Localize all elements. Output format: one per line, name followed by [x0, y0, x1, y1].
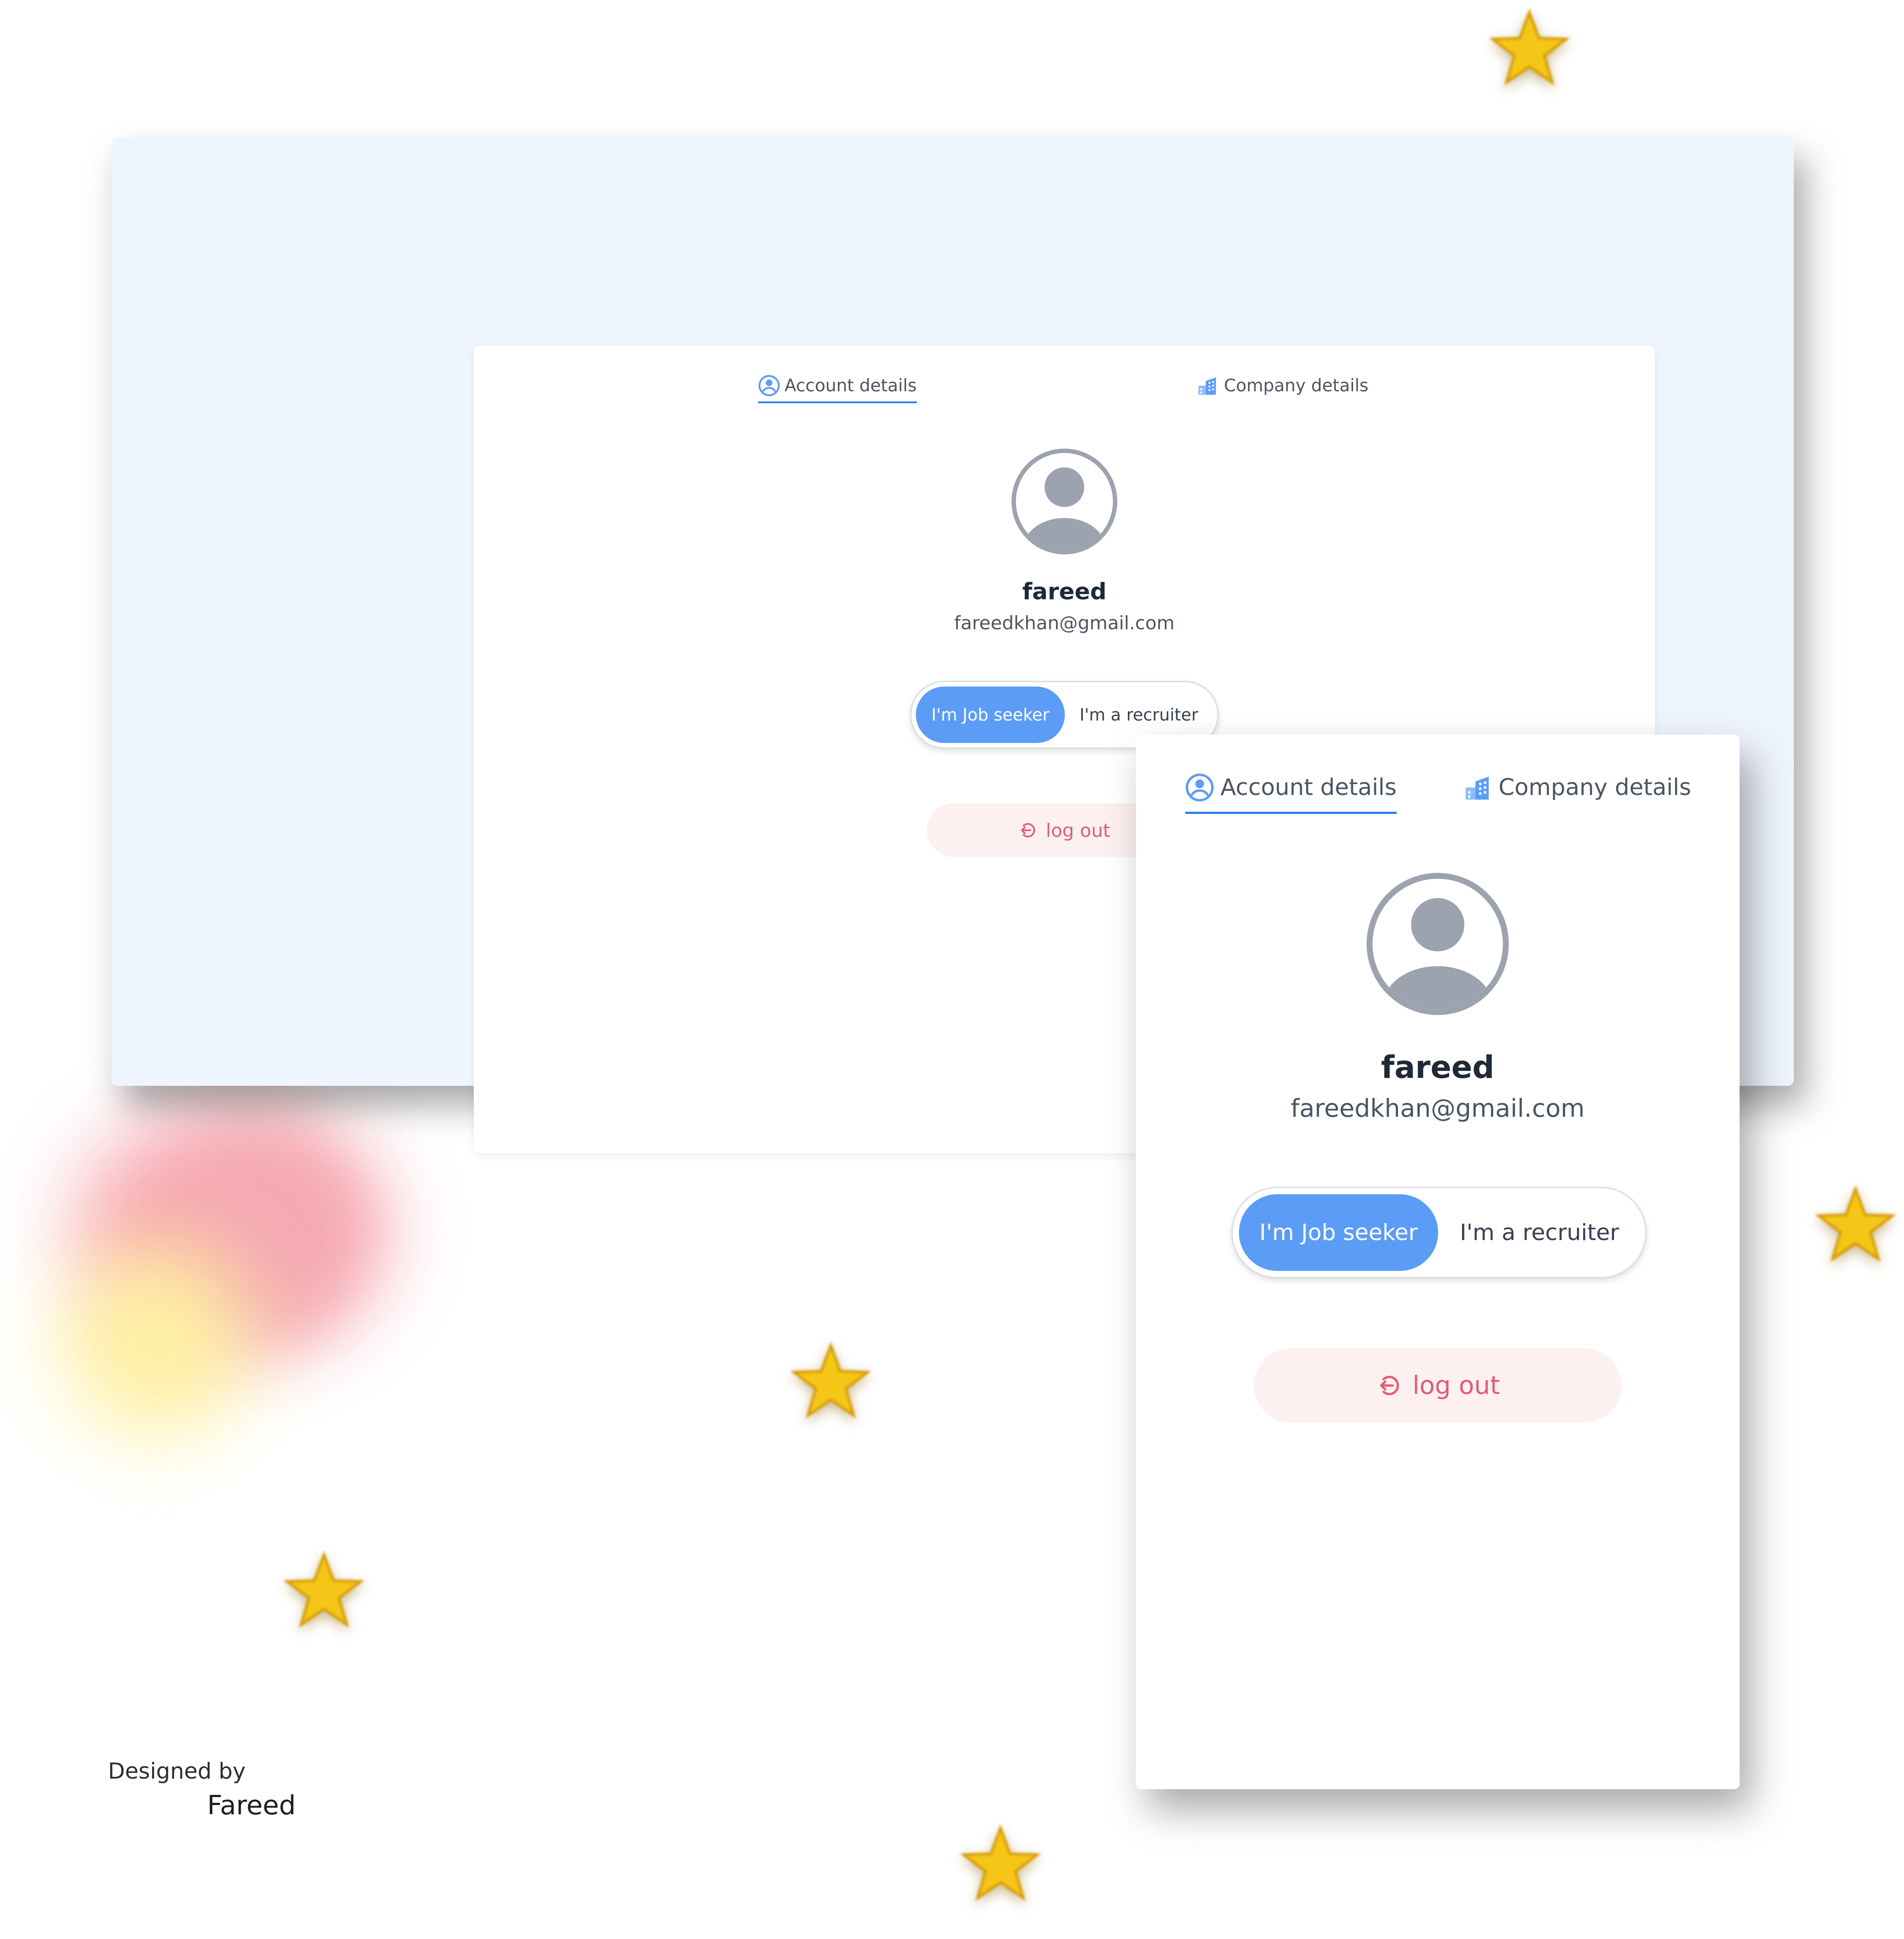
- avatar: [1366, 873, 1509, 1015]
- recruiter-option[interactable]: I'm a recruiter: [1438, 1194, 1641, 1271]
- tab-label: Company details: [1224, 375, 1368, 396]
- user-circle-icon: [1186, 773, 1214, 802]
- user-name: fareed: [1381, 1049, 1495, 1085]
- tab-account-details[interactable]: Account details: [758, 368, 917, 403]
- tab-label: Company details: [1499, 774, 1692, 801]
- star-icon: [1816, 1185, 1895, 1262]
- user-name: fareed: [1022, 579, 1107, 605]
- tab-account-details[interactable]: Account details: [1185, 765, 1397, 814]
- tab-label: Account details: [1220, 774, 1397, 801]
- user-circle-icon: [759, 375, 780, 396]
- mobile-account-card: Account details Company details fareed f…: [1136, 735, 1740, 1789]
- user-email: fareedkhan@gmail.com: [954, 612, 1175, 634]
- avatar: [1012, 449, 1117, 554]
- star-icon: [961, 1824, 1040, 1901]
- star-icon: [284, 1551, 364, 1628]
- yellow-blur-blob: [62, 1243, 251, 1437]
- role-toggle: I'm Job seeker I'm a recruiter: [1231, 1187, 1647, 1278]
- user-email: fareedkhan@gmail.com: [1290, 1094, 1585, 1123]
- job-seeker-option[interactable]: I'm Job seeker: [916, 687, 1065, 743]
- tab-company-details[interactable]: Company details: [1463, 765, 1691, 810]
- logout-icon: [1380, 1376, 1399, 1395]
- logout-icon: [1021, 823, 1035, 838]
- designer-name: Fareed: [207, 1790, 296, 1821]
- star-icon: [791, 1342, 870, 1419]
- logout-label: log out: [1412, 1371, 1500, 1400]
- building-icon: [1198, 377, 1216, 395]
- logout-button[interactable]: log out: [1254, 1348, 1621, 1423]
- building-icon: [1465, 776, 1489, 800]
- active-tab-indicator: [1185, 812, 1397, 814]
- logout-label: log out: [1045, 819, 1111, 841]
- designed-by-label: Designed by: [108, 1758, 246, 1784]
- tab-company-details[interactable]: Company details: [1197, 368, 1368, 403]
- tab-label: Account details: [785, 375, 917, 396]
- job-seeker-option[interactable]: I'm Job seeker: [1239, 1194, 1438, 1271]
- canvas: { "colors": { "accent": "#5b9cf7", "dang…: [0, 0, 1904, 1939]
- star-icon: [1490, 9, 1569, 85]
- active-tab-indicator: [758, 401, 917, 403]
